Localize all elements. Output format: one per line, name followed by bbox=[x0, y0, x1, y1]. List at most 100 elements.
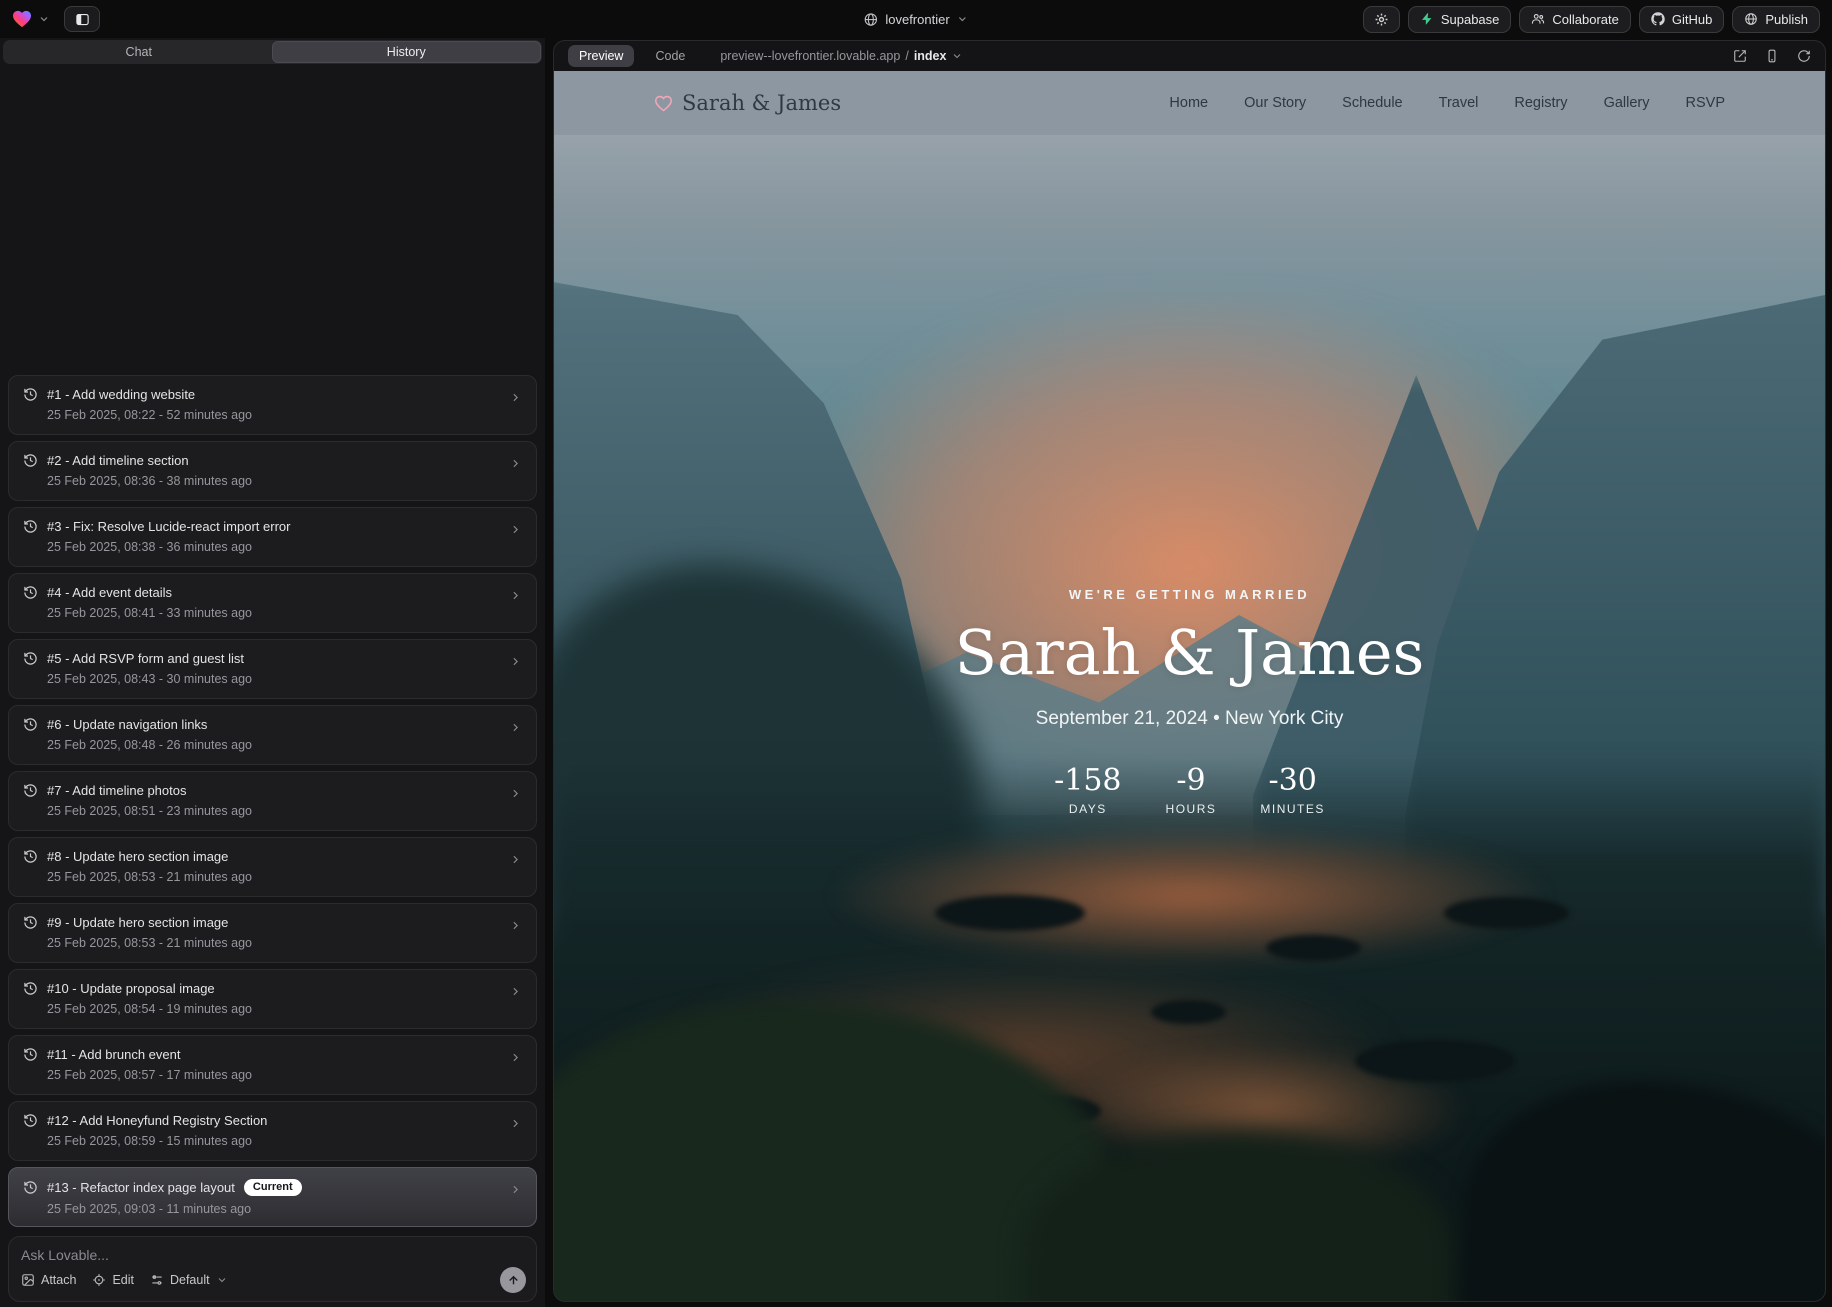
preview-url[interactable]: preview--lovefrontier.lovable.app / inde… bbox=[720, 49, 963, 63]
hero-subtitle: September 21, 2024 • New York City bbox=[554, 708, 1825, 730]
site-nav-link[interactable]: Our Story bbox=[1244, 95, 1306, 111]
publish-button[interactable]: Publish bbox=[1732, 6, 1820, 33]
history-item[interactable]: #7 - Add timeline photos 25 Feb 2025, 08… bbox=[8, 771, 537, 831]
history-item-title: #7 - Add timeline photos bbox=[47, 783, 186, 798]
globe-icon bbox=[863, 12, 878, 27]
hero-title: Sarah & James bbox=[554, 622, 1825, 684]
history-item-timestamp: 25 Feb 2025, 08:22 - 52 minutes ago bbox=[47, 408, 522, 422]
site-nav-link[interactable]: Gallery bbox=[1604, 95, 1650, 111]
history-icon bbox=[23, 981, 38, 996]
history-icon bbox=[23, 651, 38, 666]
history-icon bbox=[23, 387, 38, 402]
project-name: lovefrontier bbox=[885, 12, 949, 27]
project-switcher[interactable]: lovefrontier bbox=[863, 0, 968, 38]
site-nav: Home Our Story Schedule Travel Registry … bbox=[1169, 95, 1725, 111]
send-button[interactable] bbox=[500, 1267, 526, 1293]
countdown-unit: -30 MINUTES bbox=[1260, 766, 1325, 816]
history-item-title: #10 - Update proposal image bbox=[47, 981, 215, 996]
mode-select[interactable]: Default bbox=[150, 1273, 228, 1287]
history-item-title: #8 - Update hero section image bbox=[47, 849, 228, 864]
sliders-icon bbox=[150, 1273, 164, 1287]
site-brand-name: Sarah & James bbox=[682, 91, 841, 115]
supabase-button[interactable]: Supabase bbox=[1408, 6, 1512, 33]
history-item[interactable]: #4 - Add event details 25 Feb 2025, 08:4… bbox=[8, 573, 537, 633]
countdown-label: DAYS bbox=[1054, 802, 1121, 816]
history-item[interactable]: #13 - Refactor index page layout Current… bbox=[8, 1167, 537, 1227]
history-item[interactable]: #1 - Add wedding website 25 Feb 2025, 08… bbox=[8, 375, 537, 435]
hero-eyebrow: WE'RE GETTING MARRIED bbox=[554, 587, 1825, 602]
chevron-right-icon bbox=[509, 1051, 522, 1064]
countdown-label: MINUTES bbox=[1260, 802, 1325, 816]
collaborate-button[interactable]: Collaborate bbox=[1519, 6, 1631, 33]
history-icon bbox=[23, 585, 38, 600]
site-nav-link[interactable]: RSVP bbox=[1686, 95, 1726, 111]
corner-rock bbox=[1465, 1081, 1825, 1301]
ask-lovable-input[interactable] bbox=[21, 1247, 524, 1263]
site-nav-link[interactable]: Schedule bbox=[1342, 95, 1402, 111]
history-item[interactable]: #6 - Update navigation links 25 Feb 2025… bbox=[8, 705, 537, 765]
chevron-right-icon bbox=[509, 1117, 522, 1130]
history-item-header: #8 - Update hero section image bbox=[23, 849, 522, 864]
panel-tabs: Chat History bbox=[3, 40, 542, 64]
attach-button[interactable]: Attach bbox=[21, 1273, 76, 1287]
history-item-timestamp: 25 Feb 2025, 08:53 - 21 minutes ago bbox=[47, 936, 522, 950]
tab-chat[interactable]: Chat bbox=[5, 42, 273, 62]
history-item[interactable]: #5 - Add RSVP form and guest list 25 Feb… bbox=[8, 639, 537, 699]
history-item-title: #12 - Add Honeyfund Registry Section bbox=[47, 1113, 267, 1128]
supabase-label: Supabase bbox=[1441, 12, 1500, 27]
history-item[interactable]: #3 - Fix: Resolve Lucide-react import er… bbox=[8, 507, 537, 567]
tab-history[interactable]: History bbox=[273, 42, 541, 62]
sidebar-toggle-button[interactable] bbox=[64, 6, 100, 32]
countdown-value: -158 bbox=[1054, 766, 1121, 796]
history-item-timestamp: 25 Feb 2025, 08:57 - 17 minutes ago bbox=[47, 1068, 522, 1082]
history-icon bbox=[23, 1047, 38, 1062]
chevron-right-icon bbox=[509, 655, 522, 668]
tab-code[interactable]: Code bbox=[644, 45, 696, 67]
preview-url-host: preview--lovefrontier.lovable.app bbox=[720, 49, 900, 63]
history-item[interactable]: #11 - Add brunch event 25 Feb 2025, 08:5… bbox=[8, 1035, 537, 1095]
history-item-title: #9 - Update hero section image bbox=[47, 915, 228, 930]
github-button[interactable]: GitHub bbox=[1639, 6, 1724, 33]
river-rock bbox=[1151, 1000, 1226, 1024]
countdown-unit: -9 HOURS bbox=[1166, 766, 1217, 816]
refresh-icon[interactable] bbox=[1797, 49, 1811, 63]
river-rock bbox=[1444, 897, 1569, 929]
history-item[interactable]: #2 - Add timeline section 25 Feb 2025, 0… bbox=[8, 441, 537, 501]
sunset-reflection bbox=[834, 825, 1546, 965]
countdown-label: HOURS bbox=[1166, 802, 1217, 816]
history-item-title: #13 - Refactor index page layout bbox=[47, 1180, 235, 1195]
collaborate-label: Collaborate bbox=[1552, 12, 1619, 27]
history-item[interactable]: #10 - Update proposal image 25 Feb 2025,… bbox=[8, 969, 537, 1029]
preview-toolbar: Preview Code preview--lovefrontier.lovab… bbox=[554, 41, 1825, 71]
history-item[interactable]: #8 - Update hero section image 25 Feb 20… bbox=[8, 837, 537, 897]
edit-button[interactable]: Edit bbox=[92, 1273, 134, 1287]
gear-icon bbox=[1374, 12, 1389, 27]
chevron-right-icon bbox=[509, 787, 522, 800]
mobile-device-icon[interactable] bbox=[1765, 49, 1779, 63]
history-item[interactable]: #9 - Update hero section image 25 Feb 20… bbox=[8, 903, 537, 963]
chevron-right-icon bbox=[509, 589, 522, 602]
history-item-title: #5 - Add RSVP form and guest list bbox=[47, 651, 244, 666]
river-rock bbox=[1355, 1040, 1515, 1082]
river-rock bbox=[1266, 935, 1361, 961]
topbar: lovefrontier Supabase Collaborate bbox=[0, 0, 1832, 38]
history-item-timestamp: 25 Feb 2025, 08:51 - 23 minutes ago bbox=[47, 804, 522, 818]
chevron-down-icon bbox=[951, 50, 963, 62]
settings-button[interactable] bbox=[1363, 6, 1400, 33]
site-nav-link[interactable]: Travel bbox=[1439, 95, 1479, 111]
history-item[interactable]: #12 - Add Honeyfund Registry Section 25 … bbox=[8, 1101, 537, 1161]
chevron-down-icon[interactable] bbox=[38, 13, 50, 25]
history-item-header: #9 - Update hero section image bbox=[23, 915, 522, 930]
site-brand[interactable]: Sarah & James bbox=[654, 91, 841, 115]
github-label: GitHub bbox=[1672, 12, 1712, 27]
history-item-timestamp: 25 Feb 2025, 08:59 - 15 minutes ago bbox=[47, 1134, 522, 1148]
site-nav-link[interactable]: Registry bbox=[1514, 95, 1567, 111]
supabase-bolt-icon bbox=[1420, 12, 1434, 26]
history-icon bbox=[23, 849, 38, 864]
preview-panel: Preview Code preview--lovefrontier.lovab… bbox=[553, 40, 1826, 1302]
tab-preview[interactable]: Preview bbox=[568, 45, 634, 67]
hero-section: WE'RE GETTING MARRIED Sarah & James Sept… bbox=[554, 135, 1825, 1301]
lovable-heart-logo-icon[interactable] bbox=[12, 10, 32, 28]
open-external-icon[interactable] bbox=[1733, 49, 1747, 63]
site-nav-link[interactable]: Home bbox=[1169, 95, 1208, 111]
